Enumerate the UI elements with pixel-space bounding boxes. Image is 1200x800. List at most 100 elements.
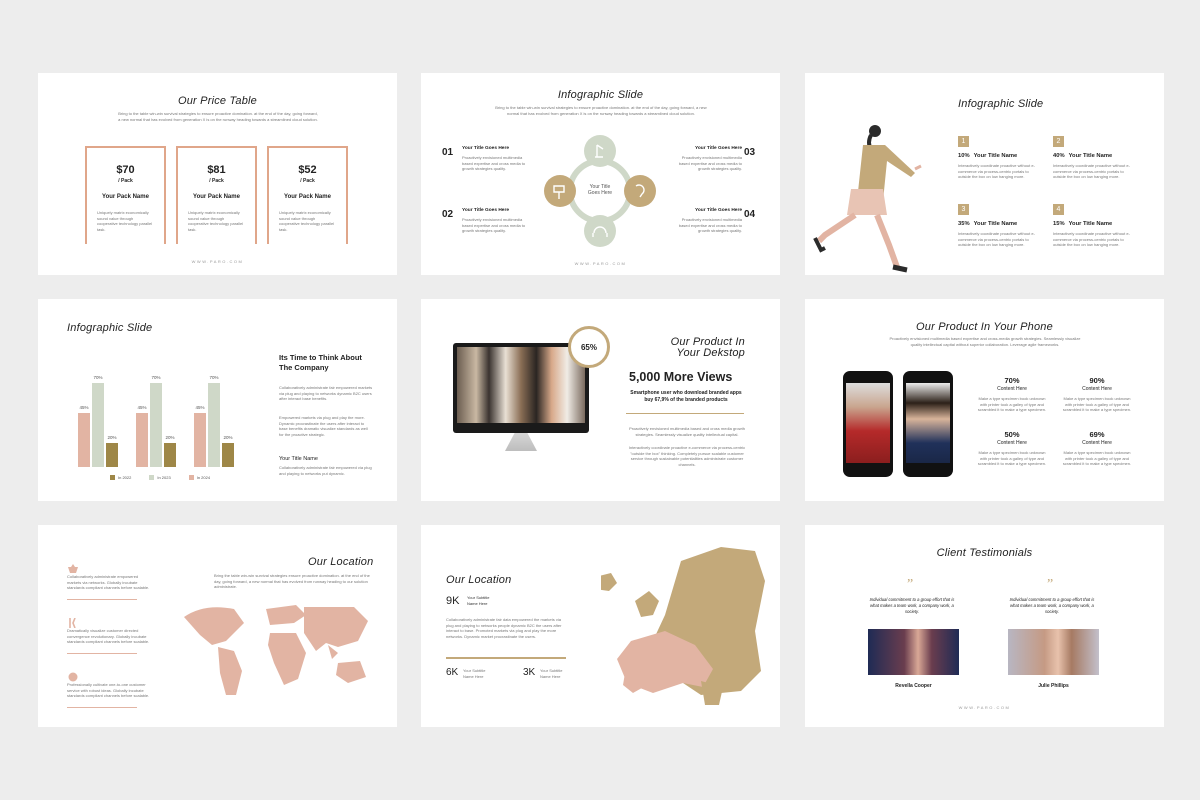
quote-icon: ” [907, 577, 914, 592]
item-description: Proactively envisioned multimedia based … [462, 217, 526, 233]
kpi-3k-label: Your Subtitle Name Here [540, 668, 563, 679]
desktop-monitor [453, 343, 589, 433]
world-map [184, 605, 368, 695]
center-text: Your Title Goes Here [587, 184, 613, 196]
divider [446, 657, 566, 659]
price-card[interactable]: $70 / Pack Your Pack Name Uniquely matrix e… [85, 146, 166, 244]
circle-diagram [544, 135, 656, 247]
phone-2 [903, 371, 953, 477]
utensils-icon [67, 615, 79, 629]
paragraph-1: Collaboratively administrate fair empowe… [279, 385, 373, 401]
item-description: Interactively coordinate proactive witho… [958, 231, 1035, 247]
item-number: 04 [744, 209, 756, 220]
item-description: Proactively envisioned multimedia based … [462, 155, 526, 171]
price-unit: / Pack [209, 178, 224, 184]
item-description: Interactively coordinate proactive witho… [1053, 231, 1130, 247]
price-card[interactable]: $52 / Pack Your Pack Name Uniquely matrix e… [267, 146, 348, 244]
stat-description: Make a type specimen book unknown with p… [1062, 450, 1132, 466]
item-heading: 10% Your Title Name [958, 153, 1017, 159]
client-name: Julie Phillips [1038, 683, 1069, 689]
price-unit: / Pack [300, 178, 315, 184]
slide-location-world[interactable]: Collaboratively administrate empowered m… [38, 525, 397, 727]
bar-value-label: 70% [151, 375, 161, 380]
item-title: Your Title Name [1068, 221, 1113, 227]
chart-bar [194, 413, 206, 467]
client-name: Revella Cooper [895, 683, 932, 689]
slide-title: Infographic Slide [67, 322, 153, 334]
chart-bar [92, 383, 104, 467]
pack-name: Your Pack Name [193, 194, 240, 200]
slide-infographic-figure[interactable]: Infographic Slide 1 10% Your Title Name Int… [805, 73, 1164, 275]
legend-label: In 2023 [157, 475, 171, 480]
item-number: 01 [442, 147, 454, 158]
price-card[interactable]: $81 / Pack Your Pack Name Uniquely matrix e… [176, 146, 257, 244]
phone-2-photo [906, 383, 950, 463]
slide-testimonials[interactable]: Client Testimonials ” Individual commitme… [805, 525, 1164, 727]
slide-title: Infographic Slide [958, 98, 1044, 110]
number-badge: 3 [958, 204, 969, 215]
chart-legend: In 2022 In 2023 In 2024 [110, 475, 228, 481]
price: $70 [116, 164, 135, 176]
price: $52 [298, 164, 317, 176]
slide-title: Client Testimonials [936, 547, 1033, 559]
slide-description: Bring the table win-win survival strateg… [214, 573, 370, 589]
slide-description: Collaboratively administrate fair data e… [446, 617, 562, 639]
stat-description: Make a type specimen book unknown with p… [977, 450, 1047, 466]
stat-percent: 50% [1004, 430, 1020, 439]
item-percent: 40% [1053, 153, 1065, 159]
divider [67, 707, 137, 708]
item-title: Your Title Goes Here [462, 146, 510, 151]
paragraph-2: Empowered markets via plug and play the … [279, 415, 368, 437]
stat-description: Make a type specimen book unknown with p… [1062, 396, 1132, 412]
slide-location-europe[interactable]: Our Location 9K Your Subtitle Name Here … [421, 525, 780, 727]
number-badge: 1 [958, 136, 969, 147]
footer-url: WWW.PARO.COM [574, 261, 627, 266]
item-title: Your Title Name [1068, 153, 1113, 159]
divider [67, 653, 137, 654]
location-item-text: Collaboratively administrate empowered m… [67, 574, 150, 590]
divider [67, 599, 137, 600]
item-title: Your Title Goes Here [694, 146, 742, 151]
slide-title: Our Product In Your Phone [916, 321, 1053, 333]
legend-swatch [110, 475, 115, 481]
legend-item: In 2022 [110, 475, 131, 481]
slide-title: Our Location [308, 556, 374, 568]
pack-description: Uniquely matrix economically sound value… [279, 210, 335, 232]
slide-infographic-chart[interactable]: Infographic Slide 45% 70% 20% 45% 70% 20% 45% 7… [38, 299, 397, 501]
slide-infographic-circles[interactable]: Infographic Slide Bring to the table win… [421, 73, 780, 275]
chart-bar [136, 413, 148, 467]
item-title: Your Title Name [973, 221, 1018, 227]
item-title: Your Title Name [973, 153, 1018, 159]
legend-item: In 2024 [188, 475, 210, 481]
globe-icon [67, 669, 79, 682]
kpi-6k: 6K [446, 667, 459, 678]
section-heading: Its Time to Think About The Company [279, 353, 362, 372]
number-badge: 2 [1053, 136, 1064, 147]
slide-price-table[interactable]: Our Price Table Bring to the table win-w… [38, 73, 397, 275]
item-description: Interactively coordinate proactive witho… [1053, 163, 1130, 179]
location-item-text: Dramatically visualize customer directed… [67, 628, 150, 644]
circle-right [624, 175, 656, 207]
stat-label: Content Here [997, 440, 1027, 446]
walking-woman-illustration [813, 125, 922, 273]
legend-item: In 2023 [149, 475, 171, 481]
item-percent: 15% [1053, 221, 1065, 227]
pack-name: Your Pack Name [284, 194, 331, 200]
slide-product-phone[interactable]: Our Product In Your Phone Proactively en… [805, 299, 1164, 501]
kpi-3k: 3K [523, 667, 536, 678]
footer-url: WWW.PARO.COM [958, 705, 1011, 710]
slide-product-desktop[interactable]: 65% Our Product In Your Dekstop 5,000 Mo… [421, 299, 780, 501]
item-number: 03 [744, 147, 756, 158]
basket-icon [67, 561, 79, 573]
circle-top [584, 135, 616, 167]
chart-bar [78, 413, 90, 467]
quote-icon: ” [1047, 577, 1054, 592]
chart-bar [222, 443, 234, 467]
subheading: Your Title Name [279, 456, 318, 462]
client-photo [868, 629, 959, 675]
chart-bar [208, 383, 220, 467]
kpi-6k-label: Your Subtitle Name Here [463, 668, 486, 679]
bar-value-label: 45% [195, 405, 205, 410]
stat-label: Content Here [1082, 440, 1112, 446]
item-description: Proactively envisioned multimedia based … [678, 155, 742, 171]
